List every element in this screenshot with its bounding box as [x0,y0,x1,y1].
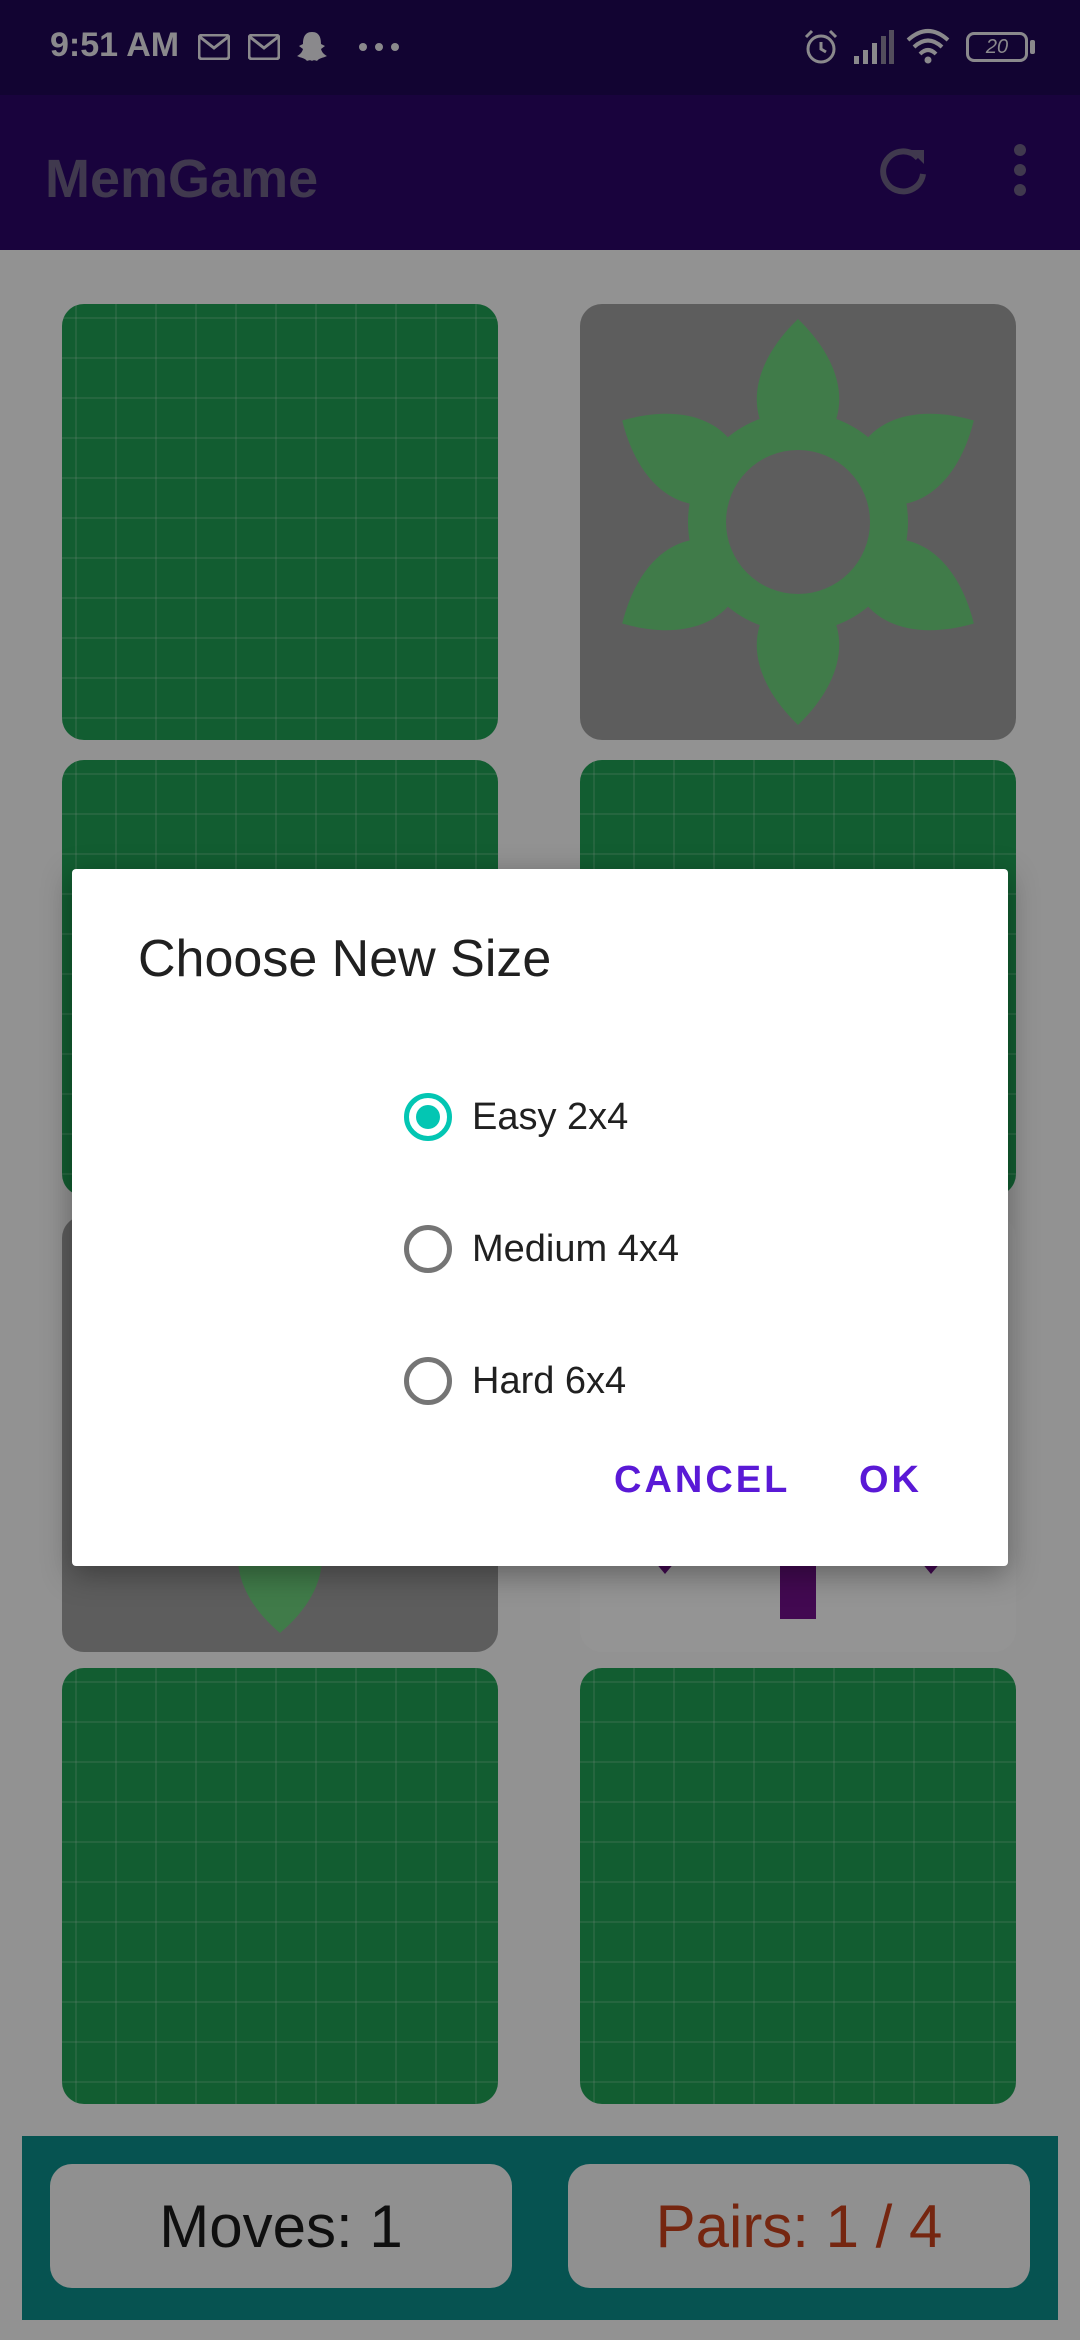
radio-button[interactable] [404,1357,452,1405]
screen: 9:51 AM 20 MemGame Moves: 1 Pairs: 1 / 4… [0,0,1080,2340]
dialog-title: Choose New Size [138,930,552,988]
radio-button[interactable] [404,1225,452,1273]
radio-button-checked[interactable] [404,1093,452,1141]
option-label: Hard 6x4 [472,1359,627,1402]
option-easy[interactable]: Easy 2x4 [404,1082,628,1152]
ok-button[interactable]: OK [859,1459,922,1519]
option-medium[interactable]: Medium 4x4 [404,1214,679,1284]
cancel-button[interactable]: CANCEL [614,1459,790,1519]
option-label: Easy 2x4 [472,1095,629,1138]
choose-size-dialog: Choose New Size Easy 2x4 Medium 4x4 Hard… [72,869,1008,1566]
option-label: Medium 4x4 [472,1227,679,1270]
option-hard[interactable]: Hard 6x4 [404,1346,626,1416]
